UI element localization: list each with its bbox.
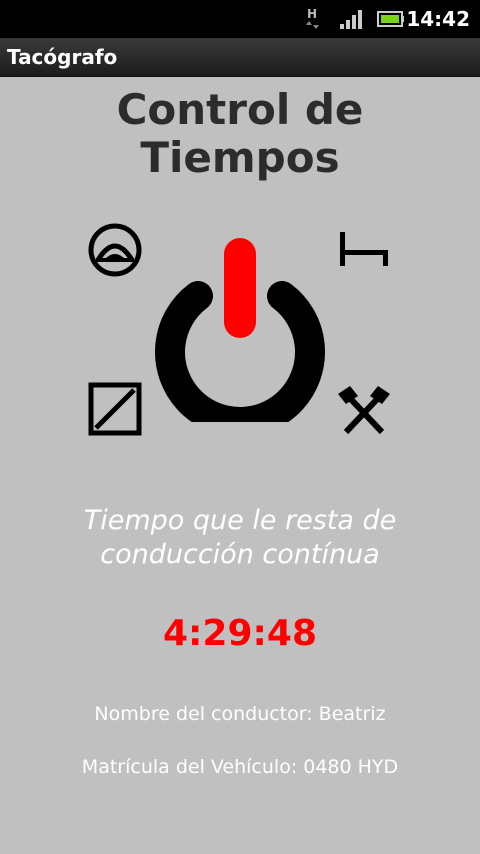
page-title-line1: Control de bbox=[116, 85, 364, 134]
title-bar: Tacógrafo bbox=[0, 38, 480, 77]
signal-icon bbox=[340, 10, 362, 29]
work-hammers-icon[interactable] bbox=[336, 384, 392, 436]
status-bar: H 14:42 bbox=[0, 0, 480, 38]
status-time: 14:42 bbox=[406, 7, 470, 31]
remaining-time-value: 4:29:48 bbox=[162, 613, 318, 654]
power-icon[interactable] bbox=[154, 236, 326, 422]
network-type-label: H bbox=[307, 7, 317, 21]
vehicle-plate: Matrícula del Vehículo: 0480 HYD bbox=[81, 756, 399, 778]
remaining-label-line1: Tiempo que le resta de bbox=[83, 505, 397, 536]
driver-name: Nombre del conductor: Beatriz bbox=[94, 703, 386, 725]
network-type-icon: H bbox=[306, 7, 319, 29]
page-title: Control de Tiempos bbox=[0, 86, 480, 182]
app-title: Tacógrafo bbox=[7, 45, 118, 69]
page-title-line2: Tiempos bbox=[140, 133, 340, 182]
remaining-label-line2: conducción contínua bbox=[100, 539, 380, 570]
other-work-icon[interactable] bbox=[88, 382, 142, 436]
availability-icon[interactable] bbox=[86, 222, 144, 278]
remaining-time-label: Tiempo que le resta de conducción contín… bbox=[0, 504, 480, 572]
rest-bed-icon[interactable] bbox=[336, 230, 392, 268]
battery-icon bbox=[377, 11, 404, 27]
